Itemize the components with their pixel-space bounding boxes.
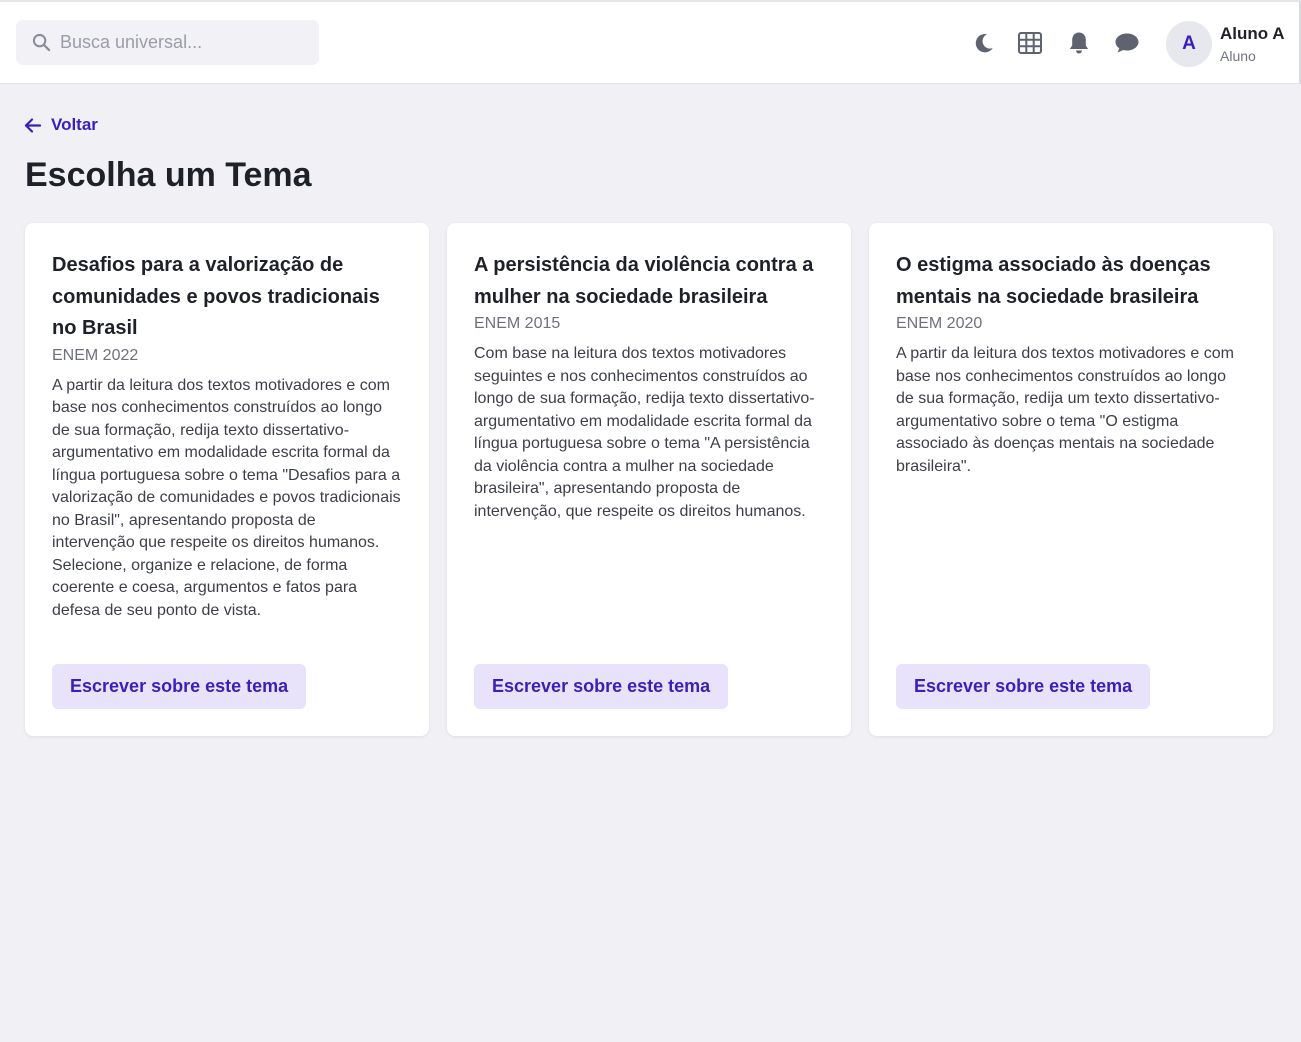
theme-toggle-button[interactable] — [971, 30, 997, 56]
theme-title: O estigma associado às doenças mentais n… — [896, 254, 1211, 308]
bell-icon — [1069, 32, 1089, 54]
theme-title: Desafios para a valorização de comunidad… — [52, 254, 380, 339]
write-theme-button[interactable]: Escrever sobre este tema — [474, 664, 729, 709]
theme-card: O estigma associado às doenças mentais n… — [869, 223, 1273, 736]
write-theme-button[interactable]: Escrever sobre este tema — [52, 664, 307, 709]
messages-button[interactable] — [1114, 30, 1140, 56]
notifications-button[interactable] — [1066, 30, 1092, 56]
grid-icon — [1018, 32, 1042, 54]
top-bar: A Aluno A Aluno — [0, 0, 1301, 84]
apps-button[interactable] — [1017, 30, 1043, 56]
back-link-label: Voltar — [51, 115, 98, 134]
back-link[interactable]: Voltar — [24, 115, 98, 135]
theme-exam: ENEM 2020 — [896, 315, 983, 332]
theme-card: A persistência da violência contra a mul… — [447, 223, 851, 736]
write-theme-button[interactable]: Escrever sobre este tema — [896, 664, 1151, 709]
arrow-left-icon — [24, 117, 41, 133]
theme-title: A persistência da violência contra a mul… — [474, 254, 814, 308]
theme-description: A partir da leitura dos textos motivador… — [896, 345, 1234, 475]
search-box[interactable] — [16, 20, 319, 65]
theme-exam: ENEM 2015 — [474, 315, 561, 332]
theme-exam: ENEM 2022 — [52, 346, 139, 364]
user-name: Aluno A — [1220, 24, 1285, 43]
theme-description: Com base na leitura dos textos motivador… — [474, 345, 815, 520]
theme-card: Desafios para a valorização de comunidad… — [25, 223, 429, 736]
chat-icon — [1115, 33, 1139, 53]
avatar[interactable]: A — [1166, 21, 1212, 67]
page-title: Escolha um Tema — [25, 156, 312, 194]
moon-icon — [975, 34, 993, 53]
search-input[interactable] — [60, 32, 300, 53]
theme-description: A partir da leitura dos textos motivador… — [52, 376, 401, 619]
search-icon — [32, 33, 51, 52]
user-role: Aluno — [1220, 48, 1256, 64]
